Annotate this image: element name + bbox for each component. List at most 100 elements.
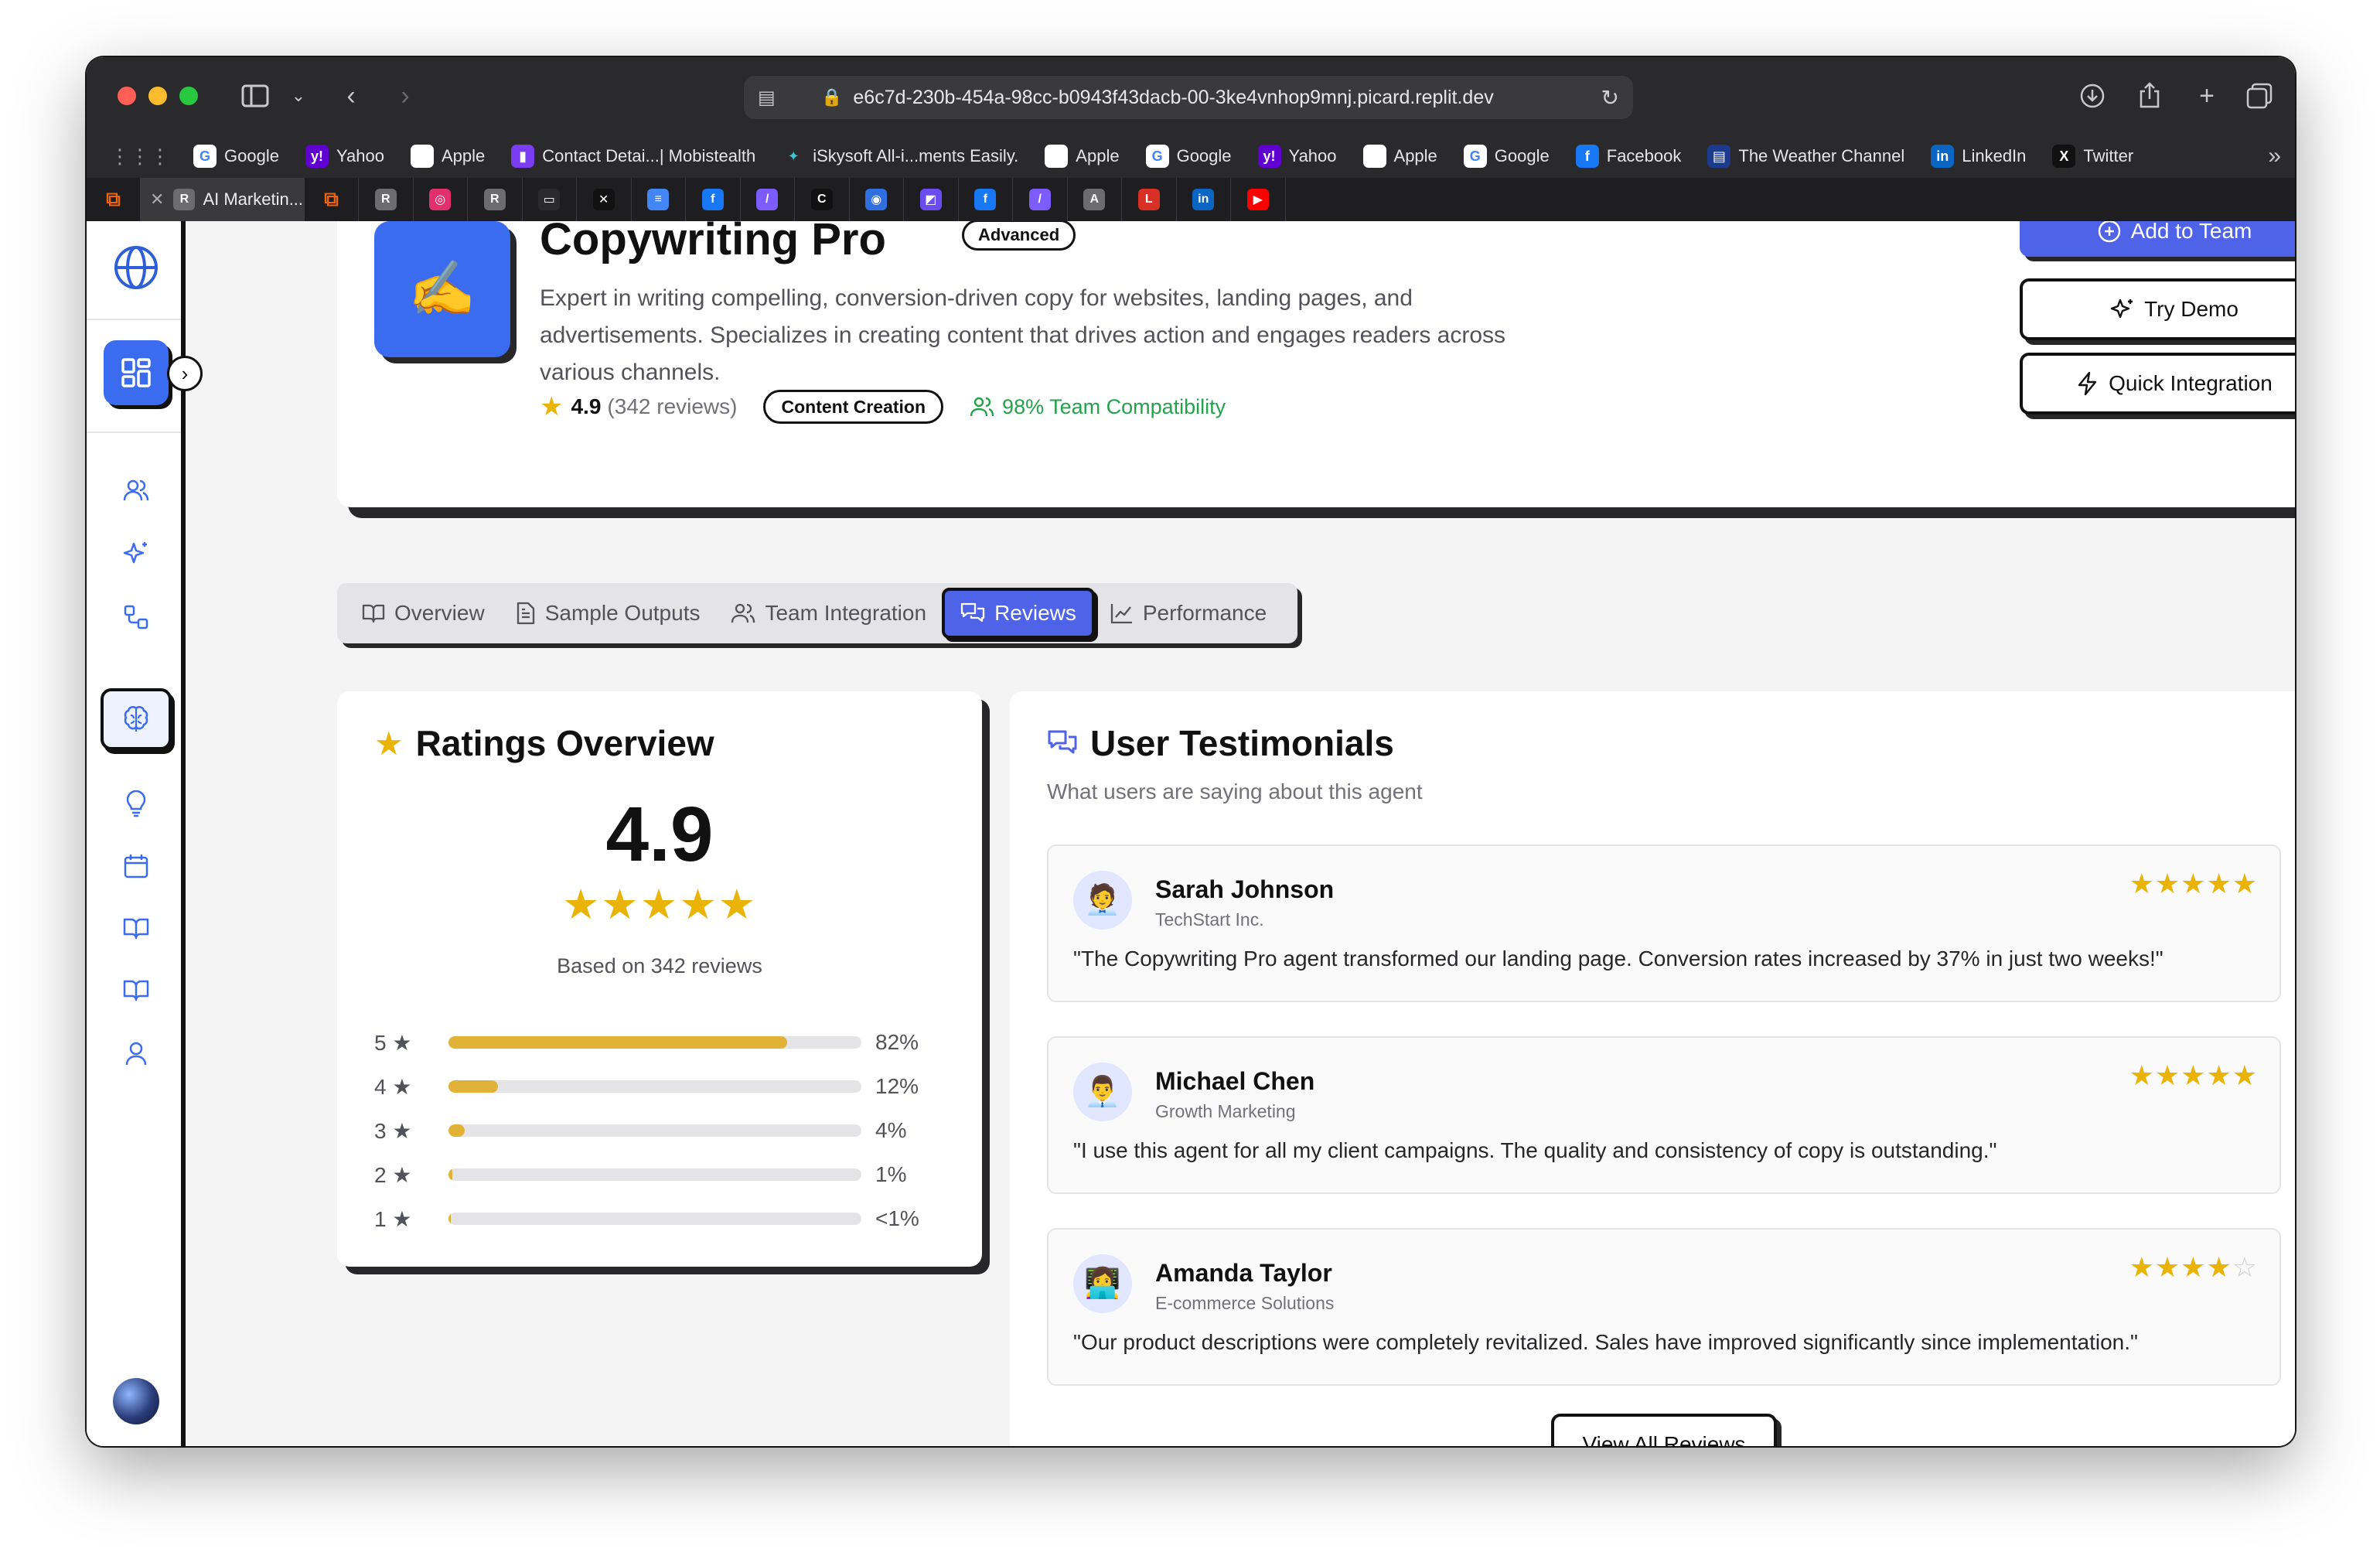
bookmark-item[interactable]: ▤ The Weather Channel [1707, 145, 1904, 168]
quick-integration-button[interactable]: Quick Integration [2020, 353, 2295, 414]
reviewer-organization: TechStart Inc. [1155, 909, 1264, 930]
chevron-down-icon[interactable]: ⌄ [289, 76, 308, 116]
rating-bar-percent: 4% [875, 1118, 907, 1142]
bookmark-item[interactable]: f Facebook [1575, 145, 1681, 168]
rating-star-count: 3 [374, 1118, 387, 1143]
bookmark-item[interactable]: Apple [410, 145, 485, 168]
back-icon[interactable]: ‹ [336, 76, 367, 116]
browser-tab[interactable]: / [1013, 178, 1068, 221]
sidebar-item-agents[interactable] [101, 688, 172, 750]
tab-overview[interactable]: Overview [346, 588, 500, 639]
users-icon [731, 603, 755, 623]
browser-tab[interactable]: R [468, 178, 523, 221]
browser-tab[interactable]: ▶ [1231, 178, 1286, 221]
bookmark-item[interactable]: in LinkedIn [1931, 145, 2026, 168]
bookmark-item[interactable]: Apple [1362, 145, 1437, 168]
browser-tab[interactable]: f [959, 178, 1013, 221]
bookmark-item[interactable]: G Google [1145, 145, 1232, 168]
close-tab-icon[interactable]: ✕ [150, 189, 164, 210]
tab-active[interactable]: ✕ R AI Marketin... [141, 178, 305, 221]
page-menu-icon[interactable]: ▤ [758, 87, 776, 109]
share-icon[interactable] [2133, 76, 2167, 116]
globe-logo-icon[interactable] [113, 244, 159, 291]
minimize-window-button[interactable] [148, 87, 167, 105]
bookmark-item[interactable]: X Twitter [2052, 145, 2133, 168]
close-window-button[interactable] [118, 87, 136, 105]
bookmark-favicon-icon [410, 145, 434, 168]
agent-name: Copywriting Pro [540, 221, 886, 264]
tab-favicon-icon: ▶ [1246, 189, 1269, 210]
star-icon: ★ [386, 1118, 412, 1143]
bookmark-item[interactable]: ▮ Contact Detai...| Mobistealth [511, 145, 755, 168]
tab-replit[interactable]: ⧉ [305, 178, 359, 221]
browser-tab[interactable]: ◎ [414, 178, 468, 221]
new-tab-icon[interactable]: + [2190, 76, 2224, 116]
more-bookmarks-icon[interactable]: » [2268, 143, 2281, 169]
browser-tab[interactable]: / [741, 178, 795, 221]
tab-team-integration-label: Team Integration [765, 601, 927, 625]
bookmark-favicon-icon: G [1145, 145, 1169, 168]
tab-reviews[interactable]: Reviews [942, 588, 1095, 639]
forward-icon[interactable]: › [390, 76, 421, 116]
category-pill[interactable]: Content Creation [763, 390, 944, 424]
star-icon: ★ [540, 392, 564, 421]
lightning-icon [2078, 371, 2097, 396]
tab-performance-label: Performance [1142, 601, 1267, 625]
replit-icon: ⧉ [106, 187, 121, 210]
tab-sample-outputs[interactable]: Sample Outputs [500, 588, 716, 639]
download-icon[interactable] [2075, 76, 2109, 116]
star-filled-icon: ★ [2206, 1251, 2232, 1283]
bookmark-favicon-icon [1362, 145, 1386, 168]
bookmark-item[interactable]: Apple [1045, 145, 1120, 168]
book-open-icon [362, 604, 385, 623]
browser-tab[interactable]: ▭ [523, 178, 577, 221]
tab-team-integration[interactable]: Team Integration [715, 588, 942, 639]
tab-pinned-replit[interactable]: ⧉ [87, 178, 141, 221]
browser-tab[interactable]: ≡ [632, 178, 686, 221]
bookmark-item[interactable]: y! Yahoo [305, 145, 384, 168]
sidebar-item-workflows[interactable] [118, 599, 155, 636]
bookmark-item[interactable]: ✦ iSkysoft All-i...ments Easily. [782, 145, 1018, 168]
browser-tab[interactable]: L [1122, 178, 1177, 221]
tab-overview-icon[interactable] [2242, 76, 2276, 116]
browser-tab[interactable]: ◩ [904, 178, 959, 221]
bookmark-item[interactable]: G Google [1463, 145, 1550, 168]
sidebar-item-team[interactable] [118, 472, 155, 509]
try-demo-button[interactable]: Try Demo [2020, 278, 2295, 340]
sidebar-item-profile[interactable] [118, 1035, 155, 1072]
browser-tab[interactable]: ✕ [577, 178, 632, 221]
browser-tab[interactable]: in [1177, 178, 1231, 221]
sidebar-item-library[interactable] [118, 909, 155, 947]
view-all-reviews-button[interactable]: View All Reviews [1551, 1414, 1777, 1446]
team-compatibility: 98% Team Compatibility [970, 395, 1226, 419]
writing-hand-icon: ✍️ [408, 258, 476, 319]
star-icon: ★ [386, 1074, 412, 1099]
sidebar-expand-button[interactable]: › [167, 356, 203, 391]
tab-favicon-icon: R [374, 189, 397, 210]
bookmark-item[interactable]: y! Yahoo [1257, 145, 1337, 168]
sidebar-item-docs[interactable] [118, 971, 155, 1008]
dashboard-button[interactable] [104, 340, 169, 405]
add-to-team-button[interactable]: Add to Team [2020, 221, 2295, 257]
sidebar-item-ideas[interactable] [118, 786, 155, 823]
browser-tab[interactable]: ◉ [850, 178, 904, 221]
address-bar[interactable]: ▤ 🔒 e6c7d-230b-454a-98cc-b0943f43dacb-00… [744, 76, 1633, 119]
tab-performance[interactable]: Performance [1095, 588, 1282, 639]
sidebar-toggle-icon[interactable] [238, 76, 272, 116]
bookmark-item[interactable]: G Google [193, 145, 279, 168]
user-avatar[interactable] [113, 1378, 159, 1424]
reload-icon[interactable]: ↻ [1601, 85, 1619, 111]
app-viewport: › ✍️ Copywriting Pro Advanced Expert in … [87, 221, 2295, 1446]
bookmarks-bar: ⋮⋮⋮ G Google y! Yahoo Apple ▮ Contact Detai...… [87, 135, 2295, 178]
zoom-window-button[interactable] [179, 87, 198, 105]
browser-tab[interactable]: f [686, 178, 741, 221]
browser-tab[interactable]: C [795, 178, 850, 221]
browser-tab[interactable]: A [1068, 178, 1122, 221]
apps-grid-icon[interactable]: ⋮⋮⋮ [110, 145, 170, 169]
sidebar-item-ai[interactable] [118, 535, 155, 572]
sparkles-icon [123, 542, 147, 564]
browser-tab[interactable]: R [359, 178, 414, 221]
sidebar-item-calendar[interactable] [118, 848, 155, 885]
based-on-text: Based on 342 reviews [557, 954, 762, 977]
tab-overview-label: Overview [394, 601, 485, 625]
